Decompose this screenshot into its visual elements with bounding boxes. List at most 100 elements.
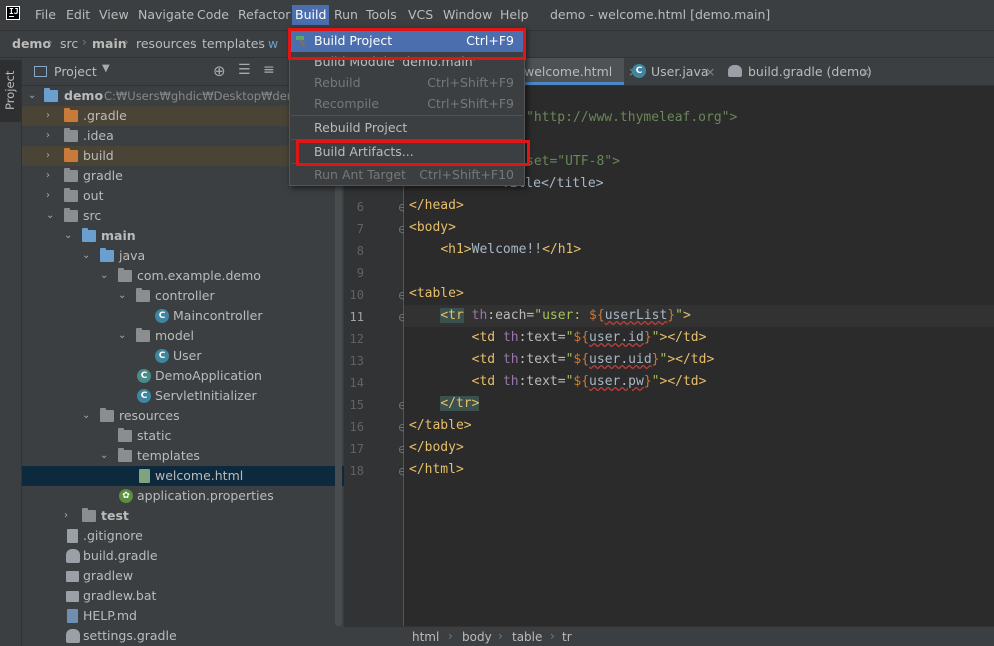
breadcrumb-item[interactable]: demo xyxy=(12,36,51,51)
code-line-16: </table> xyxy=(409,418,472,433)
tree-item-resources[interactable]: ⌄ resources xyxy=(22,406,344,426)
markdown-file-icon xyxy=(67,609,78,623)
line-number: 13 xyxy=(349,354,364,368)
menu-build[interactable]: Build xyxy=(292,5,330,25)
gradle-icon xyxy=(66,549,80,563)
tree-item-controller[interactable]: ⌄ controller xyxy=(22,286,344,306)
tab-build-gradle[interactable]: build.gradle (demo) xyxy=(728,58,872,85)
chevron-right-icon[interactable]: › xyxy=(46,106,50,126)
breadcrumb-item[interactable]: tr xyxy=(562,630,572,644)
menu-item-shortcut: Ctrl+Shift+F9 xyxy=(427,96,514,111)
chevron-right-icon[interactable]: › xyxy=(46,186,50,206)
menu-item-build-module[interactable]: Build Module 'demo.main' xyxy=(290,51,524,73)
chevron-down-icon[interactable]: ▼ xyxy=(102,63,110,74)
menu-tools[interactable]: Tools xyxy=(366,7,397,22)
chevron-right-icon: › xyxy=(448,629,453,643)
chevron-right-icon[interactable]: › xyxy=(46,126,50,146)
chevron-down-icon[interactable]: ⌄ xyxy=(118,326,126,346)
tree-label: controller xyxy=(155,288,215,303)
chevron-down-icon[interactable]: ⌄ xyxy=(46,206,54,226)
tool-window-stripe: Project xyxy=(0,58,22,646)
tree-item-out[interactable]: › out xyxy=(22,186,344,206)
menu-window[interactable]: Window xyxy=(443,7,492,22)
tree-item-maincontroller[interactable]: C Maincontroller xyxy=(22,306,344,326)
tree-item-application-properties[interactable]: ✿ application.properties xyxy=(22,486,344,506)
html-file-icon xyxy=(139,469,150,483)
folder-icon xyxy=(82,228,96,242)
tree-item-main[interactable]: ⌄ main xyxy=(22,226,344,246)
chevron-down-icon[interactable]: ⌄ xyxy=(118,286,126,306)
folder-icon xyxy=(118,428,132,442)
menu-navigate[interactable]: Navigate xyxy=(138,7,194,22)
menu-item-rebuild-project[interactable]: Rebuild Project xyxy=(290,117,524,139)
tree-item-gitignore[interactable]: .gitignore xyxy=(22,526,344,546)
breadcrumb-item[interactable]: html xyxy=(412,630,439,644)
project-panel-title[interactable]: Project xyxy=(54,64,97,79)
menu-view[interactable]: View xyxy=(99,7,129,22)
chevron-down-icon[interactable]: ⌄ xyxy=(28,86,36,106)
chevron-down-icon[interactable]: ⌄ xyxy=(64,226,72,246)
chevron-down-icon[interactable]: ⌄ xyxy=(82,246,90,266)
tree-item-welcome-html[interactable]: welcome.html xyxy=(22,466,344,486)
menu-run[interactable]: Run xyxy=(334,7,358,22)
close-icon[interactable]: × xyxy=(860,58,870,85)
tree-item-user[interactable]: C User xyxy=(22,346,344,366)
menu-help[interactable]: Help xyxy=(500,7,529,22)
chevron-right-icon[interactable]: › xyxy=(46,166,50,186)
folder-icon xyxy=(64,188,78,202)
locate-icon[interactable]: ⊕ xyxy=(213,62,226,80)
tree-item-static[interactable]: static xyxy=(22,426,344,446)
chevron-right-icon[interactable]: › xyxy=(64,506,68,526)
tree-item-servletinitializer[interactable]: C ServletInitializer xyxy=(22,386,344,406)
tree-item-help-md[interactable]: HELP.md xyxy=(22,606,344,626)
chevron-right-icon: › xyxy=(550,629,555,643)
breadcrumb-item[interactable]: body xyxy=(462,630,492,644)
tree-item-build-gradle[interactable]: build.gradle xyxy=(22,546,344,566)
menu-edit[interactable]: Edit xyxy=(66,7,90,22)
intellij-logo-icon: IJ xyxy=(6,6,20,20)
tab-user-java[interactable]: C User.java xyxy=(632,58,709,85)
tree-item-demoapplication[interactable]: C DemoApplication xyxy=(22,366,344,386)
package-icon xyxy=(118,268,132,282)
chevron-right-icon[interactable]: › xyxy=(46,146,50,166)
menu-item-build-project[interactable]: Build Project Ctrl+F9 xyxy=(290,30,524,52)
breadcrumb-item[interactable]: w xyxy=(268,36,278,51)
line-number: 8 xyxy=(356,244,364,258)
menu-vcs[interactable]: VCS xyxy=(408,7,433,22)
tree-item-package[interactable]: ⌄ com.example.demo xyxy=(22,266,344,286)
close-icon[interactable]: × xyxy=(705,58,715,85)
code-line-18: </html> xyxy=(409,462,464,477)
folder-icon xyxy=(64,208,78,222)
code-line-8: <h1>Welcome!!</h1> xyxy=(440,242,582,257)
chevron-down-icon[interactable]: ⌄ xyxy=(100,446,108,466)
breadcrumb-item[interactable]: table xyxy=(512,630,542,644)
tree-item-test[interactable]: › test xyxy=(22,506,344,526)
menu-file[interactable]: File xyxy=(35,7,56,22)
line-number: 10 xyxy=(349,288,364,302)
menu-item-build-artifacts[interactable]: Build Artifacts... xyxy=(290,141,524,163)
breadcrumb-item[interactable]: src xyxy=(60,36,78,51)
breadcrumb-item[interactable]: templates xyxy=(202,36,265,51)
tree-item-gradlew[interactable]: gradlew xyxy=(22,566,344,586)
gradle-icon xyxy=(66,629,80,643)
breadcrumb-item[interactable]: resources xyxy=(136,36,197,51)
collapse-all-icon[interactable]: ≡ xyxy=(263,62,275,78)
tree-item-gradlew-bat[interactable]: gradlew.bat xyxy=(22,586,344,606)
tree-item-templates[interactable]: ⌄ templates xyxy=(22,446,344,466)
tree-item-java[interactable]: ⌄ java xyxy=(22,246,344,266)
tree-label: .idea xyxy=(83,128,114,143)
resources-folder-icon xyxy=(100,408,114,422)
tree-item-src[interactable]: ⌄ src xyxy=(22,206,344,226)
project-tool-tab[interactable]: Project xyxy=(0,60,21,122)
expand-all-icon[interactable]: ☰ xyxy=(238,62,251,78)
tree-label: model xyxy=(155,328,194,343)
chevron-down-icon[interactable]: ⌄ xyxy=(100,266,108,286)
folder-icon xyxy=(64,168,78,182)
menu-code[interactable]: Code xyxy=(197,7,229,22)
breadcrumb-item[interactable]: main xyxy=(92,36,127,51)
chevron-down-icon[interactable]: ⌄ xyxy=(82,406,90,426)
tree-item-model[interactable]: ⌄ model xyxy=(22,326,344,346)
tab-welcome-html[interactable]: welcome.html xyxy=(514,58,624,85)
tree-item-settings-gradle[interactable]: settings.gradle xyxy=(22,626,344,646)
menu-refactor[interactable]: Refactor xyxy=(238,7,290,22)
